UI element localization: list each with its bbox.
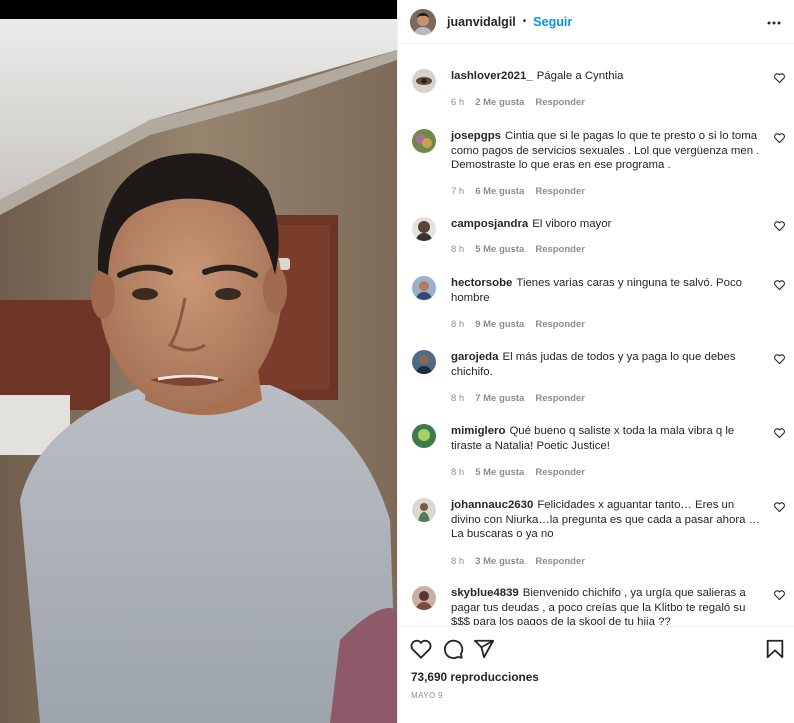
comment-meta: 8 h 3 Me gusta Responder (451, 556, 596, 567)
avatar-image (412, 129, 436, 153)
heart-icon[interactable] (774, 221, 785, 231)
video-player[interactable] (0, 0, 397, 723)
reply-button[interactable]: Responder (535, 467, 585, 478)
comment-text: skyblue4839 Bienvenido chichifo , ya urgí… (451, 586, 761, 625)
comment-likes[interactable]: 9 Me gusta (475, 319, 524, 330)
comment-time: 8 h (451, 467, 465, 478)
heart-icon[interactable] (774, 502, 785, 512)
video-top-bar (0, 0, 397, 19)
commenter-avatar[interactable] (412, 217, 436, 241)
comment-username[interactable]: garojeda (451, 351, 498, 363)
heart-icon[interactable] (774, 280, 785, 290)
post-actions: 73,690 reproducciones MAYO 9 (398, 626, 794, 723)
comment-likes[interactable]: 3 Me gusta (475, 556, 524, 567)
avatar-image (412, 276, 436, 300)
comment-body: Págale a Cynthia (536, 70, 624, 82)
commenter-avatar[interactable] (412, 586, 436, 610)
author-username[interactable]: juanvidalgil (447, 15, 516, 29)
comment-likes[interactable]: 2 Me gusta (475, 97, 524, 108)
commenter-avatar[interactable] (412, 69, 436, 93)
comment-text: mimiglero Qué bueno q saliste x toda la m… (451, 424, 761, 453)
heart-icon[interactable] (774, 354, 785, 364)
video-frame (0, 19, 397, 723)
reply-button[interactable]: Responder (535, 556, 585, 567)
author-avatar-image (410, 8, 436, 35)
comment-icon[interactable] (442, 638, 464, 660)
author-avatar[interactable] (410, 8, 436, 35)
comment-text: johannauc2630 Felicidades x aguantar tant… (451, 498, 761, 542)
comment-body: El viboro mayor (532, 218, 612, 230)
comment-time: 8 h (451, 319, 465, 330)
comment-text: josepgps Cintia que si le pagas lo que te… (451, 129, 761, 173)
heart-icon[interactable] (410, 638, 432, 660)
comment-meta: 8 h 5 Me gusta Responder (451, 244, 596, 255)
comment-username[interactable]: lashlover2021_ (451, 70, 533, 82)
comment-username[interactable]: josepgps (451, 130, 501, 142)
reply-button[interactable]: Responder (535, 319, 585, 330)
comment-meta: 7 h 6 Me gusta Responder (451, 186, 596, 197)
comment-time: 8 h (451, 244, 465, 255)
comment-username[interactable]: hectorsobe (451, 277, 512, 289)
view-count[interactable]: 73,690 reproducciones (411, 670, 539, 684)
share-icon[interactable] (473, 638, 495, 660)
comment-username[interactable]: camposjandra (451, 218, 528, 230)
comment-time: 7 h (451, 186, 465, 197)
comment-username[interactable]: mimiglero (451, 425, 505, 437)
comment-text: camposjandra El viboro mayor (451, 217, 761, 232)
comment-text: hectorsobe Tienes varias caras y ninguna … (451, 276, 761, 305)
reply-button[interactable]: Responder (535, 393, 585, 404)
comment-meta: 8 h 7 Me gusta Responder (451, 393, 596, 404)
commenter-avatar[interactable] (412, 129, 436, 153)
follow-button[interactable]: Seguir (533, 15, 572, 29)
comment-likes[interactable]: 5 Me gusta (475, 467, 524, 478)
commenter-avatar[interactable] (412, 350, 436, 374)
heart-icon[interactable] (774, 428, 785, 438)
commenter-avatar[interactable] (412, 276, 436, 300)
comment-meta: 8 h 9 Me gusta Responder (451, 319, 596, 330)
reply-button[interactable]: Responder (535, 186, 585, 197)
reply-button[interactable]: Responder (535, 97, 585, 108)
comment-username[interactable]: johannauc2630 (451, 499, 533, 511)
header-separator: • (522, 16, 527, 27)
avatar-image (412, 217, 436, 241)
comment-username[interactable]: skyblue4839 (451, 587, 519, 599)
commenter-avatar[interactable] (412, 424, 436, 448)
heart-icon[interactable] (774, 133, 785, 143)
comment-meta: 8 h 5 Me gusta Responder (451, 467, 596, 478)
reply-button[interactable]: Responder (535, 244, 585, 255)
comment-likes[interactable]: 7 Me gusta (475, 393, 524, 404)
comment-text: garojeda El más judas de todos y ya paga … (451, 350, 761, 379)
heart-icon[interactable] (774, 73, 785, 83)
post-header: juanvidalgil • Seguir (398, 0, 794, 44)
comment-meta: 6 h 2 Me gusta Responder (451, 97, 596, 108)
post-panel: juanvidalgil • Seguir lashlover2021_ Pága… (397, 0, 794, 723)
more-horizontal-icon[interactable] (767, 12, 781, 30)
comment-likes[interactable]: 5 Me gusta (475, 244, 524, 255)
post-date[interactable]: MAYO 9 (411, 691, 443, 700)
commenter-avatar[interactable] (412, 498, 436, 522)
comment-time: 8 h (451, 556, 465, 567)
comments-list[interactable]: lashlover2021_ Págale a Cynthia 6 h 2 Me … (398, 45, 794, 625)
avatar-image (412, 350, 436, 374)
heart-icon[interactable] (774, 590, 785, 600)
comment-time: 6 h (451, 97, 465, 108)
avatar-image (412, 69, 436, 93)
more-dots (767, 21, 781, 25)
bookmark-icon[interactable] (764, 638, 786, 660)
comment-likes[interactable]: 6 Me gusta (475, 186, 524, 197)
avatar-image (412, 498, 436, 522)
comment-text: lashlover2021_ Págale a Cynthia (451, 69, 761, 84)
comment-time: 8 h (451, 393, 465, 404)
avatar-image (412, 424, 436, 448)
avatar-image (412, 586, 436, 610)
